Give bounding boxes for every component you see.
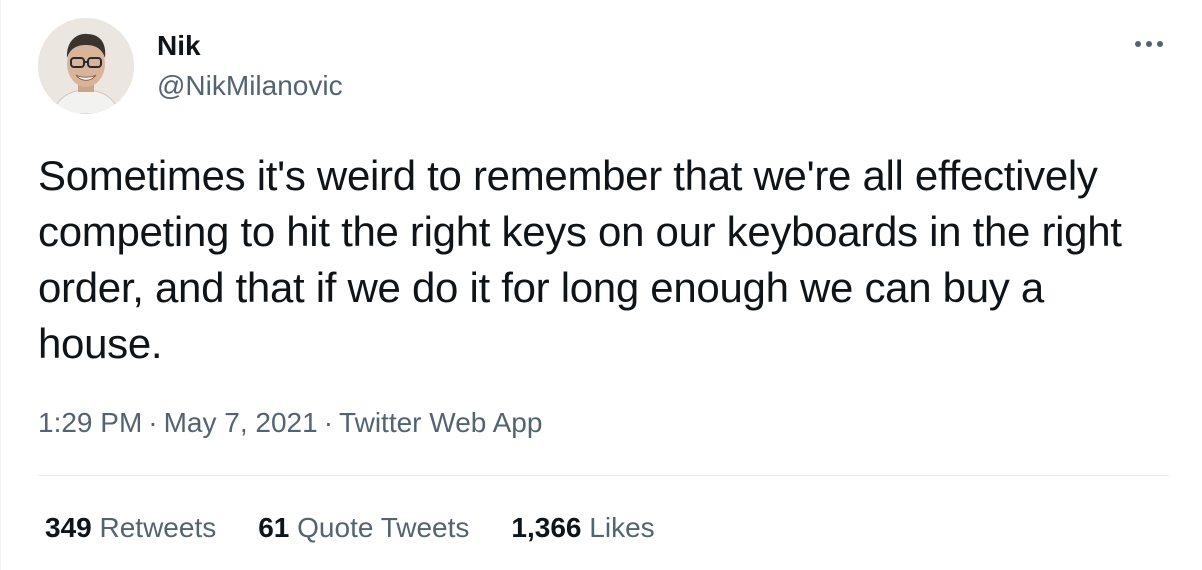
retweets-label: Retweets — [99, 512, 217, 543]
tweet-source-link[interactable]: Twitter Web App — [339, 407, 542, 438]
more-options-button[interactable] — [1129, 28, 1169, 60]
separator-dot: · — [323, 407, 334, 438]
avatar-photo-icon — [38, 18, 134, 114]
tweet-time: 1:29 PM — [38, 407, 143, 438]
quote-tweets-count: 61 — [258, 512, 290, 543]
separator-dot: · — [148, 407, 158, 438]
retweets-stat-link[interactable]: 349 Retweets — [45, 510, 216, 546]
more-horizontal-icon — [1135, 41, 1163, 47]
tweet-metadata: 1:29 PM · May 7, 2021 · Twitter Web App — [38, 405, 542, 441]
engagement-stats: 349 Retweets 61 Quote Tweets 1,366 Likes — [45, 510, 655, 546]
tweet-timestamp-link[interactable]: 1:29 PM · May 7, 2021 — [38, 407, 318, 438]
likes-count: 1,366 — [511, 512, 582, 543]
retweets-count: 349 — [45, 512, 92, 543]
tweet-text: Sometimes it's weird to remember that we… — [38, 152, 1122, 367]
tweet-card: Nik @NikMilanovic Sometimes it's weird t… — [0, 0, 1202, 570]
likes-label: Likes — [589, 512, 655, 543]
author-name[interactable]: Nik — [157, 30, 201, 62]
quote-tweets-label: Quote Tweets — [297, 512, 470, 543]
quote-tweets-stat-link[interactable]: 61 Quote Tweets — [258, 510, 469, 546]
divider — [38, 475, 1169, 476]
tweet-date: May 7, 2021 — [163, 407, 318, 438]
author-avatar[interactable] — [38, 18, 134, 114]
likes-stat-link[interactable]: 1,366 Likes — [511, 510, 654, 546]
author-handle[interactable]: @NikMilanovic — [157, 70, 343, 102]
